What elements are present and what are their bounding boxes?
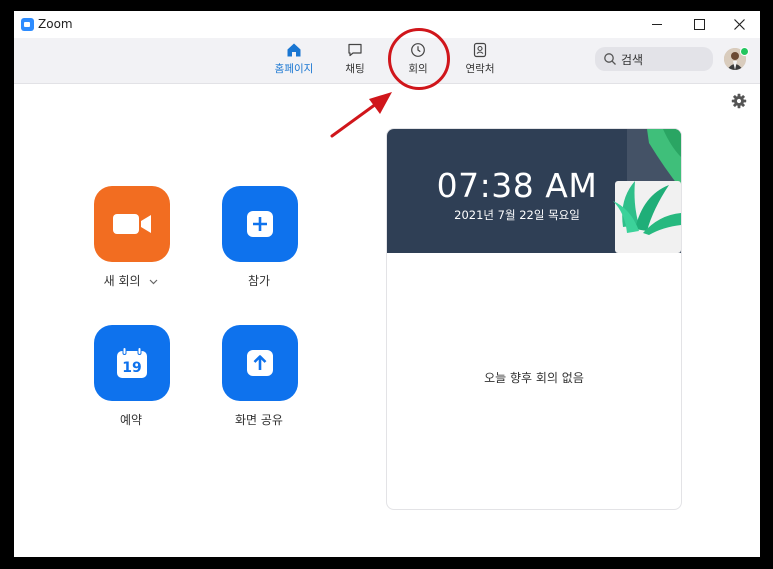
share-screen-button[interactable] xyxy=(222,325,298,401)
share-screen-icon xyxy=(247,350,273,376)
new-meeting-text: 새 회의 xyxy=(103,274,141,288)
maximize-button[interactable] xyxy=(678,11,720,38)
join-button[interactable] xyxy=(222,186,298,262)
video-camera-icon xyxy=(113,214,151,234)
new-meeting-label: 새 회의 xyxy=(76,272,186,289)
window-title: Zoom xyxy=(38,17,73,31)
schedule-button[interactable]: 19 xyxy=(94,325,170,401)
top-toolbar: 홈페이지 채팅 회의 연락처 검색 xyxy=(14,38,760,84)
close-button[interactable] xyxy=(718,11,760,38)
tab-home-label: 홈페이지 xyxy=(274,63,314,75)
minimize-button[interactable] xyxy=(636,11,678,38)
no-meetings-message: 오늘 향후 회의 없음 xyxy=(484,371,584,385)
zoom-logo-icon xyxy=(21,18,34,31)
gear-icon xyxy=(731,93,747,109)
clock-banner: 07:38 AM 2021년 7월 22일 목요일 xyxy=(387,129,681,253)
upcoming-meetings-card: 07:38 AM 2021년 7월 22일 목요일 오늘 향후 회의 없음 xyxy=(386,128,682,510)
maximize-icon xyxy=(693,19,705,30)
title-bar: Zoom xyxy=(14,11,760,38)
clock-date: 2021년 7월 22일 목요일 xyxy=(454,208,580,222)
chat-icon xyxy=(348,43,362,57)
calendar-icon: 19 xyxy=(117,347,147,378)
calendar-day: 19 xyxy=(122,360,141,376)
schedule-label: 예약 xyxy=(119,413,143,427)
tab-home[interactable]: 홈페이지 xyxy=(266,42,322,80)
search-input[interactable]: 검색 xyxy=(595,47,713,71)
tab-contacts[interactable]: 연락처 xyxy=(452,42,508,80)
chevron-down-icon[interactable] xyxy=(149,279,158,285)
join-label: 참가 xyxy=(247,274,271,288)
contacts-icon xyxy=(473,42,487,58)
tab-contacts-label: 연락처 xyxy=(465,63,495,75)
minimize-icon xyxy=(652,24,662,25)
new-meeting-button[interactable] xyxy=(94,186,170,262)
annotation-arrow-icon xyxy=(330,92,392,138)
search-icon xyxy=(604,53,616,65)
home-icon xyxy=(287,43,301,57)
clock-time: 07:38 AM xyxy=(436,166,598,205)
tab-chat-label: 채팅 xyxy=(345,63,365,75)
share-screen-label: 화면 공유 xyxy=(235,413,283,427)
search-placeholder: 검색 xyxy=(621,52,644,67)
settings-button[interactable] xyxy=(731,93,747,109)
close-icon xyxy=(733,19,745,30)
plus-icon xyxy=(247,211,273,237)
tab-chat[interactable]: 채팅 xyxy=(327,42,383,80)
online-status-indicator xyxy=(740,47,749,56)
